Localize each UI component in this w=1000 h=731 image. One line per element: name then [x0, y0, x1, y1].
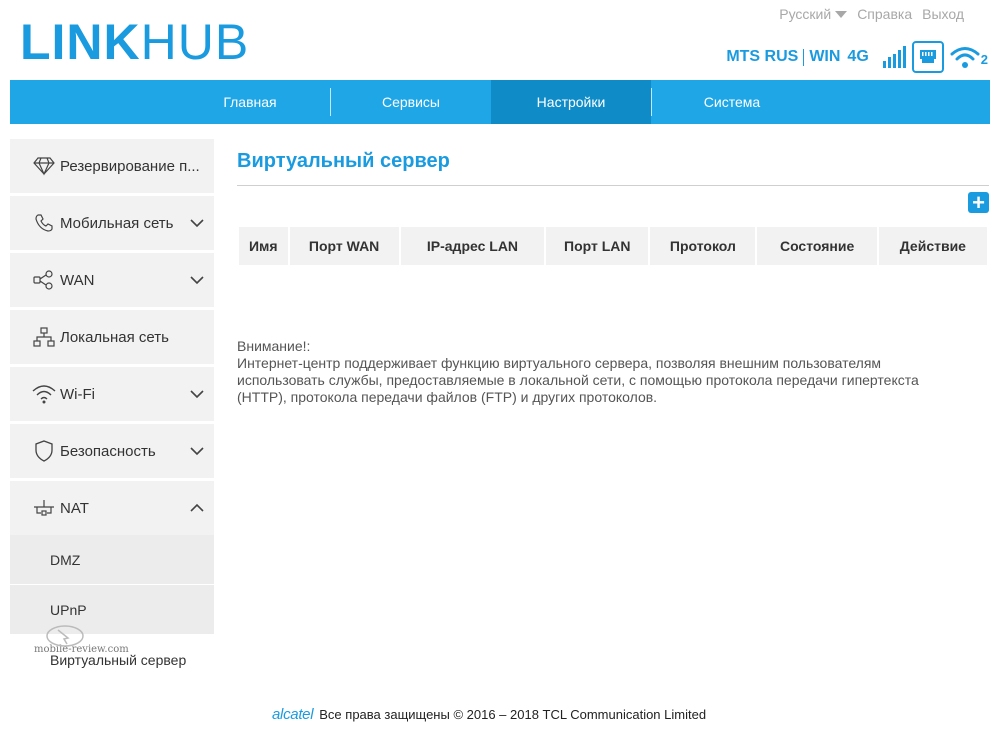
nav-settings[interactable]: Настройки [491, 80, 651, 124]
watermark: mobile-review.com [34, 625, 129, 655]
col-lan-ip: IP-адрес LAN [400, 227, 545, 265]
language-select[interactable]: Русский [779, 6, 848, 22]
col-lan-port: Порт LAN [546, 227, 649, 265]
top-links: Русский Справка Выход [779, 6, 964, 22]
col-protocol: Протокол [650, 227, 756, 265]
chevron-down-icon [190, 215, 204, 232]
language-label: Русский [779, 6, 832, 22]
wifi-clients-count: 2 [980, 51, 988, 67]
sidebar-item-label: Мобильная сеть [60, 214, 174, 232]
chevron-up-icon [190, 500, 204, 517]
sidebar-item-security[interactable]: Безопасность [10, 424, 214, 478]
plus-icon: + [972, 190, 985, 215]
diamond-icon [32, 154, 56, 178]
sidebar-item-label: Резервирование п... [60, 157, 200, 175]
phone-icon [32, 211, 56, 235]
sidebar-item-label: Безопасность [60, 442, 156, 460]
title-divider [237, 185, 989, 186]
watermark-logo-icon [44, 622, 86, 651]
sidebar-item-label: Wi-Fi [60, 385, 95, 403]
table-header-row: Имя Порт WAN IP-адрес LAN Порт LAN Прото… [239, 227, 987, 265]
caret-down-icon [835, 10, 848, 18]
col-name: Имя [239, 227, 288, 265]
sidebar-item-wifi[interactable]: Wi-Fi [10, 367, 214, 421]
virtual-server-table: Имя Порт WAN IP-адрес LAN Порт LAN Прото… [237, 227, 989, 265]
logo-light: HUB [140, 14, 250, 70]
network-name: WIN [809, 48, 841, 65]
main-nav: Главная Сервисы Настройки Система [10, 80, 990, 124]
logo-bold: LINK [20, 14, 141, 70]
notice-text: Интернет-центр поддерживает функцию вирт… [237, 355, 919, 405]
sidebar-item-mobile-network[interactable]: Мобильная сеть [10, 196, 214, 250]
sidebar-item-backup[interactable]: Резервирование п... [10, 139, 214, 193]
sidebar-item-label: NAT [60, 499, 89, 517]
network-type: 4G [847, 48, 869, 65]
sidebar-item-nat[interactable]: NAT [10, 481, 214, 535]
alcatel-logo: alcatel [272, 706, 314, 723]
sidebar-subitem-dmz[interactable]: DMZ [10, 535, 214, 584]
nat-icon [32, 496, 56, 520]
shield-icon [32, 439, 56, 463]
chevron-down-icon [190, 443, 204, 460]
status-separator [803, 48, 805, 66]
chevron-down-icon [190, 272, 204, 289]
wifi-icon [32, 382, 56, 406]
col-status: Состояние [757, 227, 877, 265]
copyright-text: Все права защищены © 2016 – 2018 TCL Com… [319, 707, 707, 722]
footer: alcatel Все права защищены © 2016 – 2018… [272, 706, 706, 723]
wifi-status-icon [950, 45, 980, 69]
ethernet-icon [911, 41, 944, 73]
nav-home[interactable]: Главная [170, 80, 330, 124]
col-wan-port: Порт WAN [289, 227, 399, 265]
sidebar-item-wan[interactable]: WAN [10, 253, 214, 307]
add-rule-button[interactable]: + [968, 190, 989, 215]
nav-services[interactable]: Сервисы [331, 80, 491, 124]
share-nodes-icon [32, 268, 56, 292]
page-title: Виртуальный сервер [237, 150, 450, 172]
linkhub-logo: LINKHUB [20, 14, 249, 70]
sidebar-item-label: Локальная сеть [60, 328, 169, 346]
chevron-down-icon [190, 386, 204, 403]
sidebar-subitem-upnp[interactable]: UPnP [10, 585, 214, 634]
nat-submenu: DMZ UPnP Виртуальный сервер [10, 535, 214, 684]
status-bar: MTS RUS WIN 4G 2 [726, 40, 988, 74]
col-action: Действие [878, 227, 987, 265]
nav-system[interactable]: Система [652, 80, 812, 124]
sidebar-item-label: WAN [60, 271, 95, 289]
sidebar-item-lan[interactable]: Локальная сеть [10, 310, 214, 364]
logout-link[interactable]: Выход [922, 6, 964, 22]
sidebar-subitem-virtual-server[interactable]: Виртуальный сервер [10, 635, 214, 684]
notice-title: Внимание!: [237, 338, 311, 354]
lan-icon [32, 325, 56, 349]
signal-strength-icon [882, 46, 906, 68]
notice: Внимание!: Интернет-центр поддерживает ф… [237, 338, 957, 406]
sidebar: Резервирование п... Мобильная сеть WAN Л… [10, 139, 214, 685]
operator-name: MTS RUS [726, 48, 799, 65]
help-link[interactable]: Справка [857, 6, 912, 22]
